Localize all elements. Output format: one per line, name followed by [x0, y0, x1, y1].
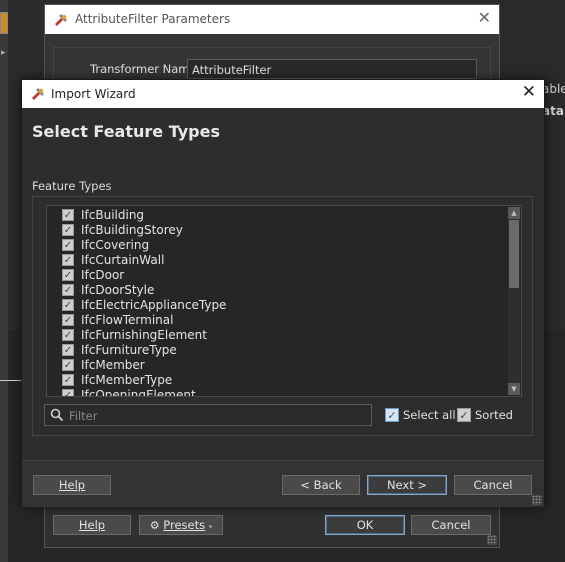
- select-all-checkbox[interactable]: ✓ Select all: [385, 407, 456, 423]
- feature-type-label: IfcFurnishingElement: [81, 328, 207, 342]
- feature-type-label: IfcBuildingStorey: [81, 223, 183, 237]
- filter-field[interactable]: [44, 404, 372, 426]
- feature-type-label: IfcDoorStyle: [81, 283, 155, 297]
- checkbox-icon[interactable]: ✓: [62, 209, 74, 221]
- transformer-name-input[interactable]: AttributeFilter: [187, 59, 477, 79]
- sorted-checkbox[interactable]: ✓ Sorted: [457, 407, 513, 423]
- wizard-titlebar: Import Wizard ✕: [22, 80, 544, 108]
- resize-grip-icon[interactable]: [532, 495, 542, 505]
- transformer-name-label: Transformer Name:: [90, 62, 201, 76]
- feature-type-label: IfcFlowTerminal: [81, 313, 174, 327]
- feature-type-label: IfcMember: [81, 358, 145, 372]
- dialog-title: AttributeFilter Parameters: [75, 12, 231, 26]
- feature-type-label: IfcDoor: [81, 268, 125, 282]
- checkbox-icon[interactable]: ✓: [62, 299, 74, 311]
- feature-type-label: IfcFurnitureType: [81, 343, 177, 357]
- scroll-up-arrow-icon[interactable]: ▲: [508, 207, 520, 219]
- checkbox-icon[interactable]: ✓: [62, 254, 74, 266]
- resize-grip-icon[interactable]: [487, 535, 497, 545]
- cancel-button[interactable]: Cancel: [454, 475, 532, 495]
- list-item[interactable]: ✓ IfcFurnishingElement: [47, 328, 507, 343]
- ok-button[interactable]: OK: [325, 515, 405, 535]
- presets-button-label: Presets: [163, 518, 206, 532]
- list-item[interactable]: ✓ IfcDoorStyle: [47, 283, 507, 298]
- help-button[interactable]: Help: [33, 475, 111, 495]
- feature-types-label: Feature Types: [32, 179, 112, 193]
- close-icon[interactable]: ✕: [478, 8, 491, 27]
- feature-types-items: ✓ IfcBuilding ✓ IfcBuildingStorey ✓ IfcCoveri…: [47, 208, 507, 397]
- list-item[interactable]: ✓ IfcBuilding: [47, 208, 507, 223]
- checkbox-icon[interactable]: ✓: [62, 374, 74, 386]
- wizard-button-bar: Help < Back Next > Cancel: [22, 460, 544, 507]
- presets-button[interactable]: ⚙ Presets ▾: [139, 515, 223, 535]
- back-button[interactable]: < Back: [282, 475, 360, 495]
- dialog-button-bar: Help ⚙ Presets ▾ OK Cancel: [45, 505, 499, 547]
- wizard-title: Import Wizard: [51, 87, 136, 101]
- feature-types-list[interactable]: ✓ IfcBuilding ✓ IfcBuildingStorey ✓ IfcCoveri…: [46, 205, 522, 397]
- help-button-label: Help: [78, 518, 106, 532]
- checkbox-icon[interactable]: ✓: [62, 269, 74, 281]
- feature-type-label: IfcOpeningElement: [81, 388, 196, 397]
- color-swatch-icon: [0, 12, 8, 34]
- checkbox-icon[interactable]: ✓: [62, 284, 74, 296]
- close-icon[interactable]: ✕: [522, 82, 536, 102]
- background-connector-line: [0, 380, 22, 381]
- list-item[interactable]: ✓ IfcFurnitureType: [47, 343, 507, 358]
- arrow-right-icon: ▸: [1, 48, 6, 58]
- dialog-titlebar: AttributeFilter Parameters ✕: [45, 5, 499, 34]
- filter-input[interactable]: [67, 407, 361, 425]
- list-item[interactable]: ✓ IfcFlowTerminal: [47, 313, 507, 328]
- gear-icon: ⚙: [149, 519, 160, 532]
- list-item[interactable]: ✓ IfcCurtainWall: [47, 253, 507, 268]
- fme-app-icon: [32, 88, 44, 100]
- feature-type-label: IfcCurtainWall: [81, 253, 165, 267]
- feature-types-group: ✓ IfcBuilding ✓ IfcBuildingStorey ✓ IfcCoveri…: [32, 196, 533, 436]
- background-text: able: [542, 82, 565, 96]
- checkbox-icon[interactable]: ✓: [62, 389, 74, 396]
- scroll-down-arrow-icon[interactable]: ▼: [508, 383, 520, 395]
- import-wizard-dialog: Import Wizard ✕ Select Feature Types Fea…: [21, 79, 545, 507]
- chevron-down-icon: ▾: [208, 523, 213, 531]
- help-button-label: Help: [58, 478, 86, 492]
- checkmark-icon: ✓: [385, 408, 399, 422]
- list-item[interactable]: ✓ IfcMemberType: [47, 373, 507, 388]
- fme-app-icon: [55, 14, 67, 26]
- background-left-toolbar: ▸: [0, 0, 8, 562]
- list-item[interactable]: ✓ IfcDoor: [47, 268, 507, 283]
- list-item[interactable]: ✓ IfcOpeningElement: [47, 388, 507, 397]
- checkbox-icon[interactable]: ✓: [62, 239, 74, 251]
- checkbox-icon[interactable]: ✓: [62, 344, 74, 356]
- help-button[interactable]: Help: [53, 515, 131, 535]
- list-item[interactable]: ✓ IfcBuildingStorey: [47, 223, 507, 238]
- checkbox-icon[interactable]: ✓: [62, 224, 74, 236]
- page-title: Select Feature Types: [32, 122, 220, 141]
- scrollbar-thumb[interactable]: [509, 220, 519, 288]
- vertical-scrollbar[interactable]: ▲ ▼: [508, 207, 520, 395]
- list-item[interactable]: ✓ IfcCovering: [47, 238, 507, 253]
- feature-type-label: IfcMemberType: [81, 373, 173, 387]
- list-item[interactable]: ✓ IfcMember: [47, 358, 507, 373]
- wizard-body: Select Feature Types Feature Types ✓ IfcB…: [22, 108, 544, 460]
- checkbox-icon[interactable]: ✓: [62, 359, 74, 371]
- feature-type-label: IfcElectricApplianceType: [81, 298, 227, 312]
- checkmark-icon: ✓: [457, 408, 471, 422]
- checkbox-icon[interactable]: ✓: [62, 329, 74, 341]
- feature-type-label: IfcBuilding: [81, 208, 145, 222]
- list-item[interactable]: ✓ IfcElectricApplianceType: [47, 298, 507, 313]
- cancel-button[interactable]: Cancel: [411, 515, 491, 535]
- feature-type-label: IfcCovering: [81, 238, 150, 252]
- background-text-bold: ata: [542, 104, 564, 118]
- search-icon: [50, 408, 64, 422]
- checkbox-icon[interactable]: ✓: [62, 314, 74, 326]
- next-button[interactable]: Next >: [367, 475, 447, 495]
